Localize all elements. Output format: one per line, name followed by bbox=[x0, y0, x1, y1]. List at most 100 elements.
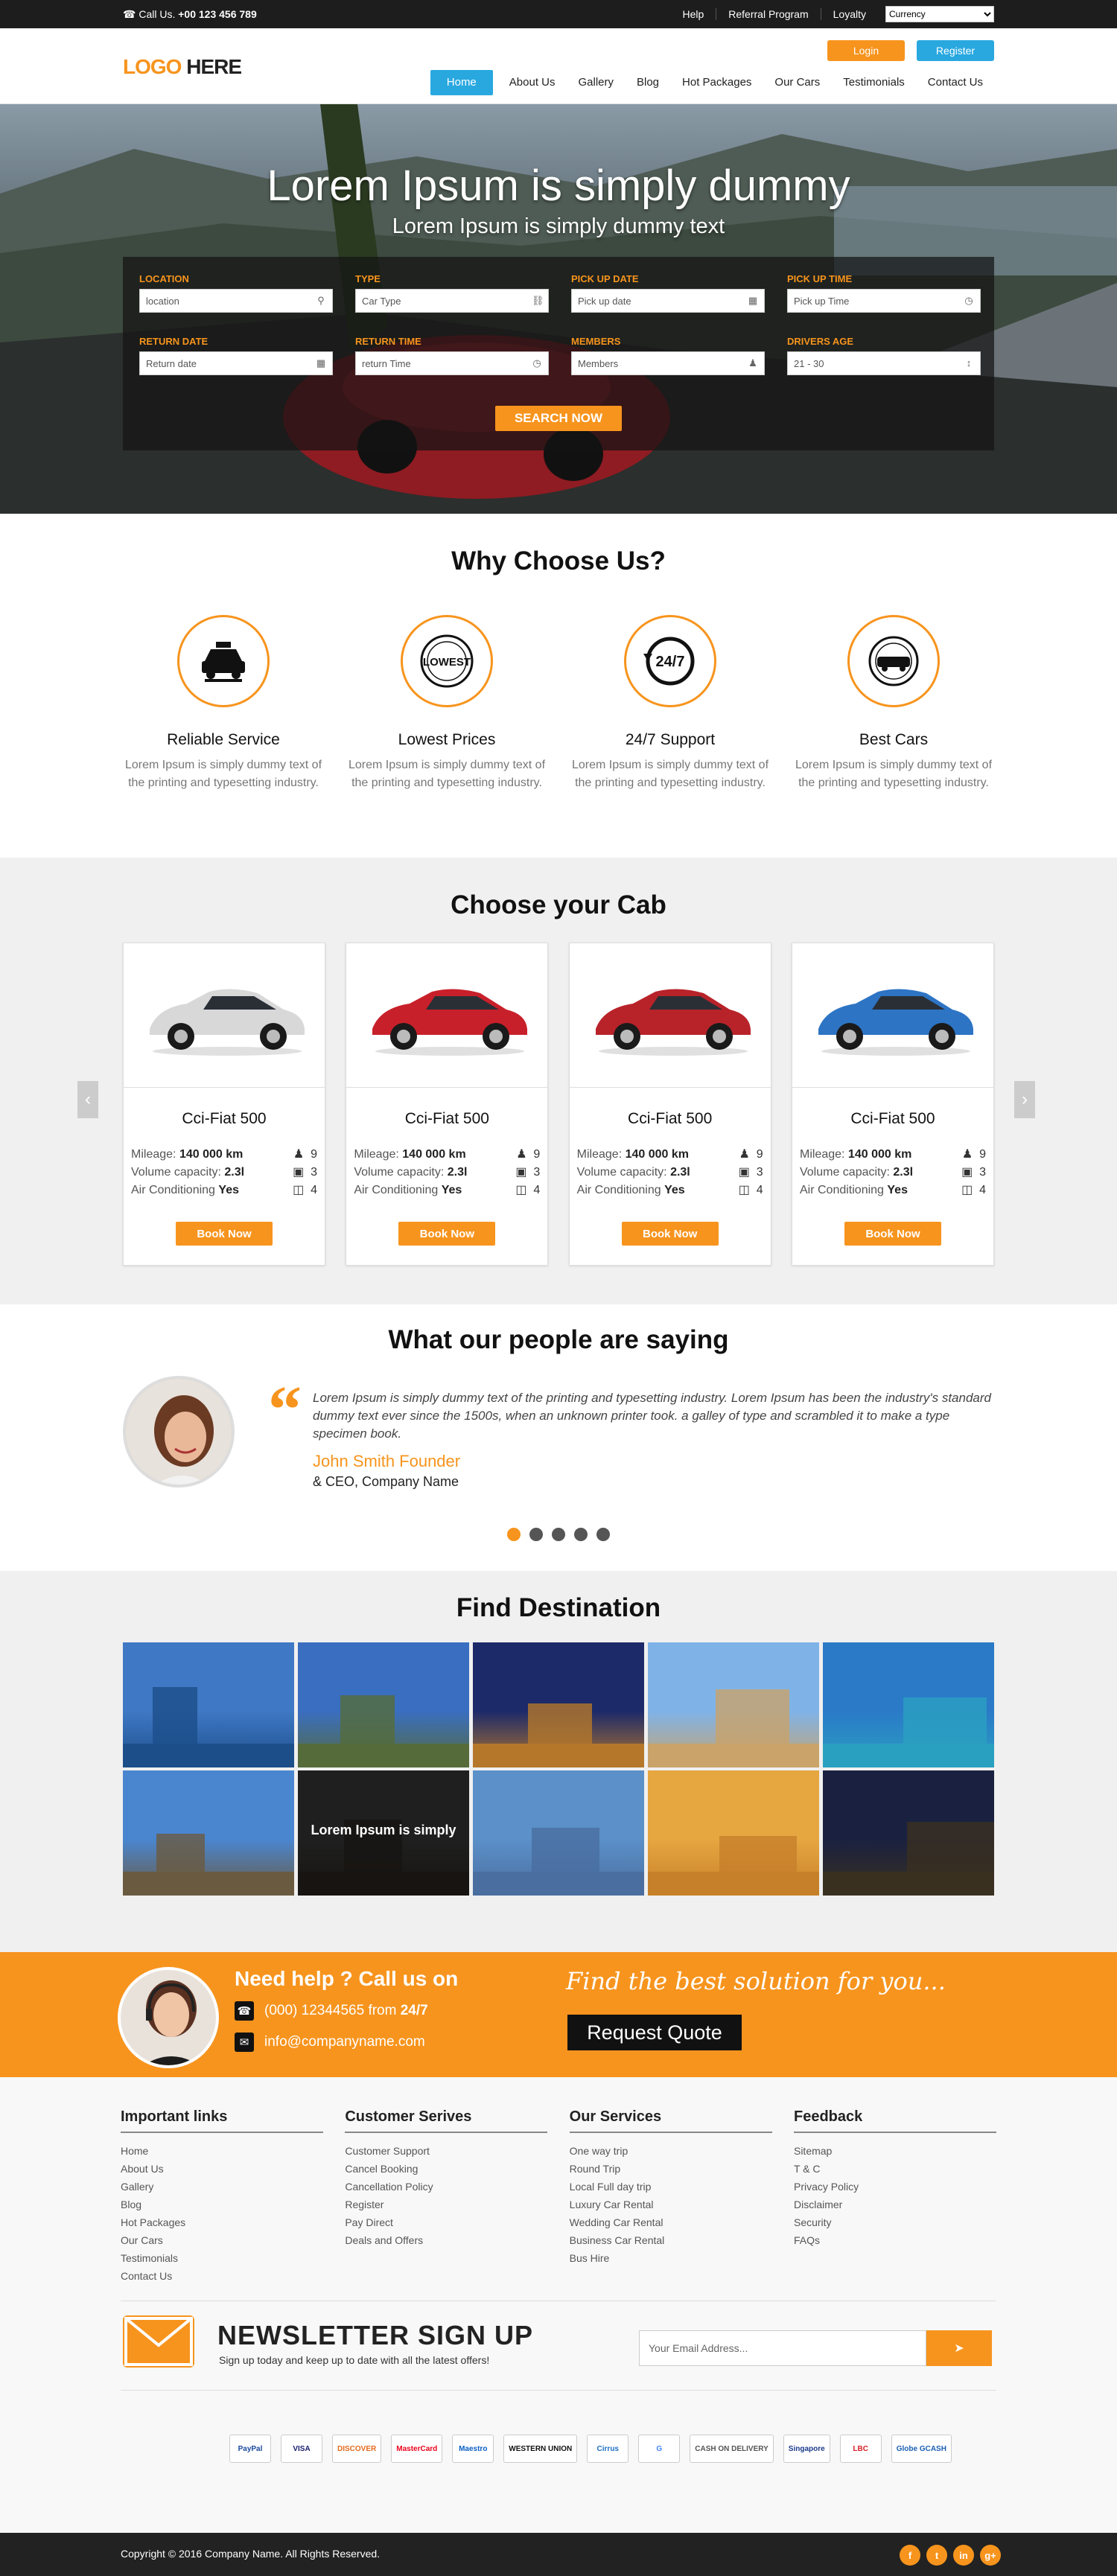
pagination-dot[interactable] bbox=[529, 1528, 543, 1541]
register-button[interactable]: Register bbox=[917, 40, 994, 61]
footer-link[interactable]: Bus Hire bbox=[570, 2249, 772, 2267]
footer-link[interactable]: Testimonials bbox=[121, 2249, 323, 2267]
help-link[interactable]: Help bbox=[670, 8, 717, 20]
footer-link[interactable]: Disclaimer bbox=[794, 2196, 996, 2213]
footer-link[interactable]: T & C bbox=[794, 2160, 996, 2178]
newsletter-submit-button[interactable]: ➤ bbox=[926, 2330, 992, 2366]
google-plus-icon[interactable]: g+ bbox=[980, 2545, 1001, 2566]
footer-link[interactable]: Round Trip bbox=[570, 2160, 772, 2178]
destination-tile[interactable] bbox=[823, 1770, 994, 1896]
logo[interactable]: LOGO HERE bbox=[123, 55, 242, 79]
phone-number[interactable]: +00 123 456 789 bbox=[178, 8, 257, 20]
users-icon: ♟ bbox=[739, 1148, 750, 1161]
destination-tile[interactable] bbox=[123, 1642, 294, 1767]
footer-link[interactable]: Privacy Policy bbox=[794, 2178, 996, 2196]
pagination-dot[interactable] bbox=[574, 1528, 588, 1541]
feature-lowest-prices: LOWEST Lowest Prices Lorem Ipsum is simp… bbox=[346, 615, 547, 792]
newsletter-email-input[interactable]: Your Email Address... bbox=[639, 2330, 926, 2366]
pagination-dot[interactable] bbox=[507, 1528, 521, 1541]
carousel-next-button[interactable]: › bbox=[1014, 1081, 1035, 1118]
footer-link[interactable]: Deals and Offers bbox=[345, 2231, 547, 2249]
destination-tile[interactable] bbox=[473, 1770, 644, 1896]
footer-link[interactable]: Customer Support bbox=[345, 2142, 547, 2160]
login-button[interactable]: Login bbox=[827, 40, 905, 61]
footer-link[interactable]: Business Car Rental bbox=[570, 2231, 772, 2249]
drivers-age-spinner[interactable]: 21 - 30 ↕ bbox=[787, 351, 981, 375]
users-icon: ♟ bbox=[748, 357, 757, 369]
footer-link[interactable]: Home bbox=[121, 2142, 323, 2160]
footer-link[interactable]: Cancel Booking bbox=[345, 2160, 547, 2178]
pagination-dot[interactable] bbox=[552, 1528, 565, 1541]
members-input[interactable]: Members ♟ bbox=[571, 351, 765, 375]
footer-link[interactable]: FAQs bbox=[794, 2231, 996, 2249]
footer-column-title: Important links bbox=[121, 2108, 323, 2133]
request-quote-button[interactable]: Request Quote bbox=[567, 2015, 742, 2050]
top-bar: ☎ Call Us. +00 123 456 789 Help Referral… bbox=[0, 0, 1117, 28]
return-date-input[interactable]: Return date ▦ bbox=[139, 351, 333, 375]
nav-home[interactable]: Home bbox=[430, 70, 493, 95]
footer-link[interactable]: Security bbox=[794, 2213, 996, 2231]
destination-tile[interactable] bbox=[123, 1770, 294, 1896]
send-icon: ➤ bbox=[954, 2342, 964, 2355]
footer-link[interactable]: Pay Direct bbox=[345, 2213, 547, 2231]
footer-link[interactable]: Register bbox=[345, 2196, 547, 2213]
site-footer: Important links Home About Us Gallery Blog Ho… bbox=[0, 2077, 1117, 2533]
door-icon: ◫ bbox=[293, 1184, 305, 1196]
footer-link[interactable]: Blog bbox=[121, 2196, 323, 2213]
loyalty-link[interactable]: Loyalty bbox=[821, 8, 878, 20]
footer-link[interactable]: Luxury Car Rental bbox=[570, 2196, 772, 2213]
footer-link[interactable]: Local Full day trip bbox=[570, 2178, 772, 2196]
pickup-date-input[interactable]: Pick up date ▦ bbox=[571, 289, 765, 313]
search-now-button[interactable]: SEARCH NOW bbox=[495, 406, 622, 431]
pagination-dot[interactable] bbox=[596, 1528, 610, 1541]
nav-hot-packages[interactable]: Hot Packages bbox=[671, 70, 763, 95]
referral-link[interactable]: Referral Program bbox=[716, 8, 821, 20]
footer-link[interactable]: Our Cars bbox=[121, 2231, 323, 2249]
footer-link[interactable]: Contact Us bbox=[121, 2267, 323, 2285]
twitter-icon[interactable]: t bbox=[926, 2545, 947, 2566]
destination-tile[interactable] bbox=[473, 1642, 644, 1767]
destination-tile[interactable] bbox=[298, 1642, 469, 1767]
linkedin-icon[interactable]: in bbox=[953, 2545, 974, 2566]
calendar-icon: ▦ bbox=[748, 295, 758, 306]
footer-link[interactable]: Wedding Car Rental bbox=[570, 2213, 772, 2231]
destination-tile[interactable] bbox=[823, 1642, 994, 1767]
social-links: f t in g+ bbox=[900, 2545, 1001, 2566]
footer-link[interactable]: About Us bbox=[121, 2160, 323, 2178]
cab-name: Cci-Fiat 500 bbox=[182, 1110, 267, 1127]
destination-tile[interactable]: Lorem Ipsum is simply bbox=[298, 1770, 469, 1896]
footer-link[interactable]: Sitemap bbox=[794, 2142, 996, 2160]
book-now-button[interactable]: Book Now bbox=[844, 1222, 941, 1246]
nav-contact-us[interactable]: Contact Us bbox=[917, 70, 994, 95]
payment-method-logo: Globe GCASH bbox=[891, 2435, 952, 2463]
destination-tile[interactable] bbox=[648, 1770, 819, 1896]
carousel-prev-button[interactable]: ‹ bbox=[77, 1081, 98, 1118]
return-time-input[interactable]: return Time ◷ bbox=[355, 351, 549, 375]
book-now-button[interactable]: Book Now bbox=[176, 1222, 273, 1246]
footer-column-title: Customer Serives bbox=[345, 2108, 548, 2133]
book-now-button[interactable]: Book Now bbox=[621, 1222, 719, 1246]
users-icon: ♟ bbox=[516, 1148, 527, 1161]
nav-gallery[interactable]: Gallery bbox=[567, 70, 625, 95]
car-type-select[interactable]: Car Type ⛓ bbox=[355, 289, 549, 313]
help-phone[interactable]: ☎ (000) 12344565 from 24/7 bbox=[235, 2001, 428, 2021]
footer-link[interactable]: Hot Packages bbox=[121, 2213, 323, 2231]
main-nav: Home About Us Gallery Blog Hot Packages … bbox=[430, 70, 994, 95]
booking-search-form: LOCATION location ⚲ TYPE Car Type ⛓ PICK U… bbox=[123, 257, 994, 450]
facebook-icon[interactable]: f bbox=[900, 2545, 920, 2566]
footer-link[interactable]: Gallery bbox=[121, 2178, 323, 2196]
help-email[interactable]: ✉ info@companyname.com bbox=[235, 2033, 425, 2052]
currency-select[interactable]: Currency bbox=[885, 6, 994, 22]
nav-our-cars[interactable]: Our Cars bbox=[763, 70, 831, 95]
footer-link[interactable]: Cancellation Policy bbox=[345, 2178, 547, 2196]
footer-link[interactable]: One way trip bbox=[570, 2142, 772, 2160]
pickup-time-input[interactable]: Pick up Time ◷ bbox=[787, 289, 981, 313]
payment-method-logo: Cirrus bbox=[587, 2435, 629, 2463]
nav-blog[interactable]: Blog bbox=[626, 70, 670, 95]
book-now-button[interactable]: Book Now bbox=[398, 1222, 496, 1246]
nav-testimonials[interactable]: Testimonials bbox=[832, 70, 916, 95]
nav-about-us[interactable]: About Us bbox=[498, 70, 567, 95]
location-input[interactable]: location ⚲ bbox=[139, 289, 333, 313]
destination-tile[interactable] bbox=[648, 1642, 819, 1767]
payment-method-logo: WESTERN UNION bbox=[503, 2435, 578, 2463]
